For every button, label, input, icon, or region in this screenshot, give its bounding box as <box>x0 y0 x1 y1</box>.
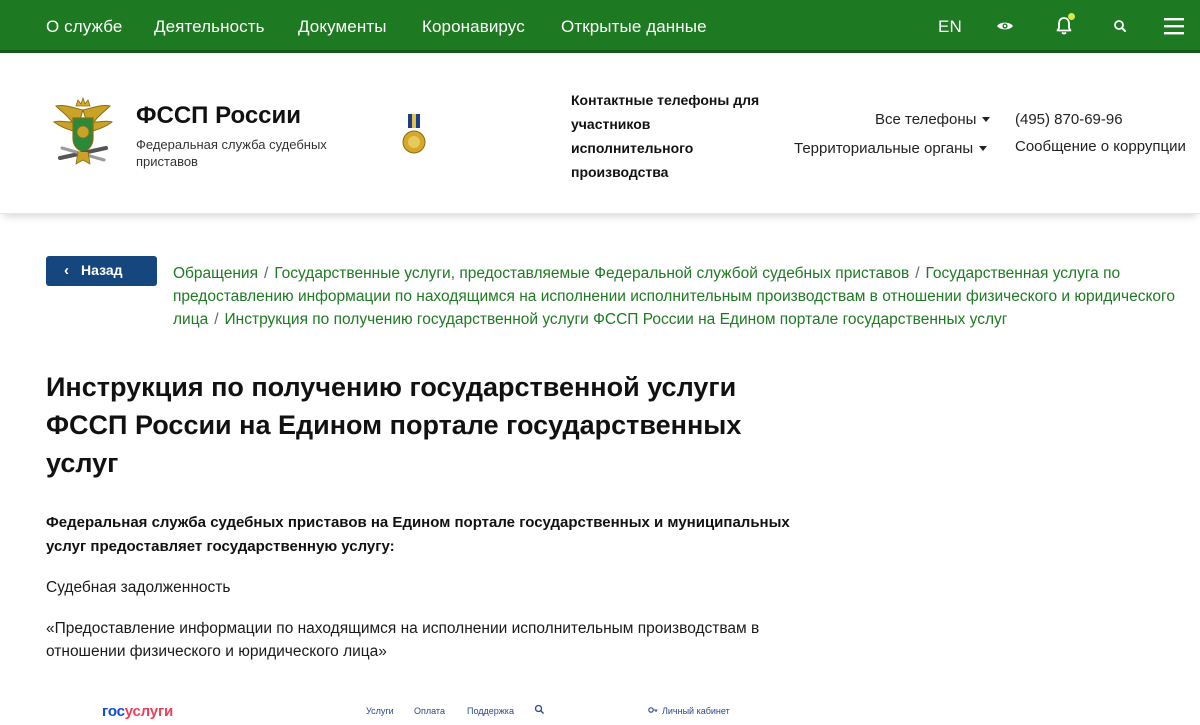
breadcrumb: Обращения / Государственные услуги, предос… <box>173 262 1193 331</box>
search-icon[interactable] <box>1108 14 1132 38</box>
caret-down-icon <box>979 145 988 151</box>
phone-link[interactable]: (495) 870-69-96 <box>1015 111 1123 128</box>
breadcrumb-item-state-services[interactable]: Государственные услуги, предоставляемые … <box>274 265 909 282</box>
nav-item-coronavirus[interactable]: Коронавирус <box>422 17 525 37</box>
service-quote-line-1: «Предоставление информации по находящимс… <box>46 620 760 637</box>
all-phones-label: Все телефоны <box>875 111 977 128</box>
notification-indicator <box>1068 13 1075 20</box>
hamburger-menu-icon[interactable] <box>1162 14 1186 38</box>
corruption-report-link[interactable]: Сообщение о коррупции <box>1015 138 1186 155</box>
site-title[interactable]: ФССП России <box>136 102 301 130</box>
gosuslugi-nav-payment[interactable]: Оплата <box>414 706 445 716</box>
contacts-heading: Контактные телефоны для участников испол… <box>571 92 760 180</box>
nav-item-about[interactable]: О службе <box>46 17 122 37</box>
gosuslugi-logo-part2: услуги <box>124 703 174 720</box>
page-title: Инструкция по получению государственной … <box>46 372 742 478</box>
lead-paragraph: Федеральная служба судебных приставов на… <box>46 514 790 555</box>
site-header: ФССП России Федеральная служба судебных … <box>0 56 1200 214</box>
fssp-emblem-icon[interactable] <box>50 96 116 170</box>
gosuslugi-logo-part1: гос <box>102 703 125 720</box>
territorial-bodies-label: Территориальные органы <box>794 140 974 157</box>
gosuslugi-logo: госуслуги <box>102 703 173 720</box>
service-quote-line-2: отношении физического и юридического лиц… <box>46 643 387 660</box>
gosuslugi-search-icon[interactable] <box>534 704 545 717</box>
caret-down-icon <box>982 116 991 122</box>
nav-item-activity[interactable]: Деятельность <box>154 17 265 37</box>
gosuslugi-cabinet-link[interactable]: Личный кабинет <box>662 706 730 716</box>
breadcrumb-separator: / <box>915 265 920 282</box>
site-subtitle: Федеральная служба судебных приставов <box>136 137 327 169</box>
medal-icon <box>402 114 426 156</box>
gosuslugi-nav-services[interactable]: Услуги <box>366 706 394 716</box>
breadcrumb-item-appeals[interactable]: Обращения <box>173 265 258 282</box>
gosuslugi-key-icon <box>648 706 658 716</box>
territorial-bodies-dropdown[interactable]: Территориальные органы <box>794 140 988 157</box>
back-button-label: Назад <box>81 262 123 278</box>
top-navigation-bar: О службе Деятельность Документы Коронави… <box>0 0 1200 53</box>
breadcrumb-separator: / <box>264 265 269 282</box>
eye-icon[interactable] <box>993 14 1017 38</box>
language-switch-button[interactable]: EN <box>938 17 962 37</box>
breadcrumb-separator: / <box>214 311 219 328</box>
gosuslugi-nav-support[interactable]: Поддержка <box>467 706 514 716</box>
chevron-left-icon: ‹ <box>64 262 69 279</box>
all-phones-dropdown[interactable]: Все телефоны <box>875 111 991 128</box>
nav-item-documents[interactable]: Документы <box>298 17 387 37</box>
breadcrumb-item-current[interactable]: Инструкция по получению государственной … <box>225 311 1008 328</box>
nav-item-open-data[interactable]: Открытые данные <box>561 17 707 37</box>
back-button[interactable]: ‹ Назад <box>46 256 157 286</box>
service-name: Судебная задолженность <box>46 579 231 596</box>
